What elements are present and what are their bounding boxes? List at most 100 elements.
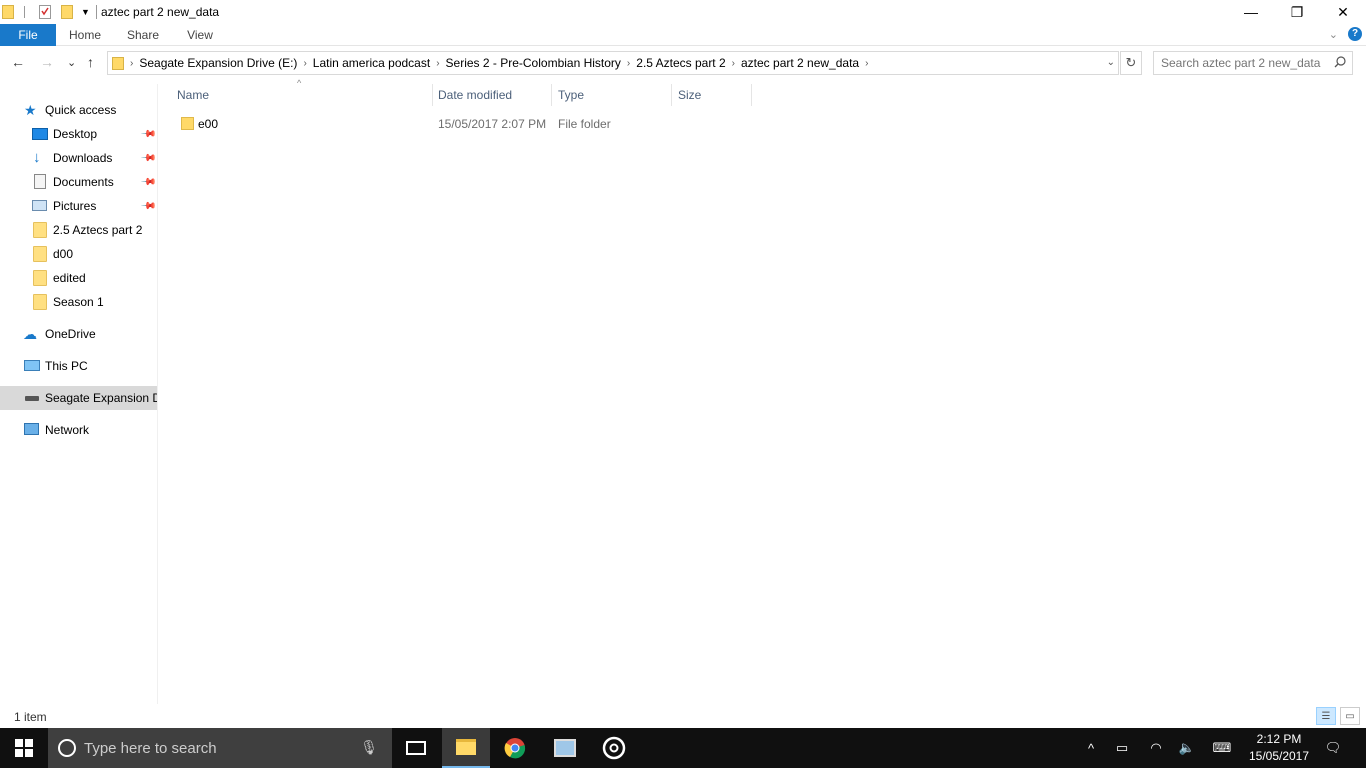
- show-hidden-icons-button[interactable]: ^: [1080, 728, 1102, 768]
- chevron-right-icon[interactable]: ›: [627, 58, 630, 69]
- quick-access-toolbar: ▼: [0, 2, 103, 22]
- pin-icon[interactable]: 📌: [140, 174, 157, 191]
- sidebar-item-network[interactable]: Network: [0, 418, 157, 442]
- separator: [24, 6, 25, 18]
- column-header-type[interactable]: Type: [558, 84, 670, 106]
- file-explorer-icon: [456, 739, 476, 755]
- search-box[interactable]: [1153, 51, 1353, 75]
- breadcrumb-drive[interactable]: Seagate Expansion Drive (E:): [139, 56, 297, 70]
- file-type: File folder: [558, 117, 611, 131]
- taskbar-app-3[interactable]: [541, 728, 589, 768]
- sidebar-item-season-1[interactable]: Season 1: [0, 290, 157, 314]
- sidebar-item-pictures[interactable]: Pictures 📌: [0, 194, 157, 218]
- large-icons-view-button[interactable]: ▭: [1340, 707, 1360, 725]
- column-divider[interactable]: [551, 84, 552, 106]
- sidebar-item-d00[interactable]: d00: [0, 242, 157, 266]
- item-count: 1 item: [14, 710, 47, 724]
- column-divider[interactable]: [671, 84, 672, 106]
- pin-icon[interactable]: 📌: [140, 126, 157, 143]
- folder-icon: [2, 5, 14, 19]
- properties-icon[interactable]: [39, 5, 51, 19]
- sidebar-divider: [157, 84, 158, 704]
- task-view-icon: [406, 741, 426, 755]
- separator: [95, 5, 97, 19]
- new-folder-icon[interactable]: [61, 5, 73, 19]
- volume-icon[interactable]: 🔈: [1175, 728, 1199, 768]
- chevron-right-icon[interactable]: ›: [865, 58, 868, 69]
- battery-icon[interactable]: ▭: [1110, 728, 1134, 768]
- back-button[interactable]: ←: [11, 54, 25, 70]
- column-header-size[interactable]: Size: [678, 84, 750, 106]
- column-divider[interactable]: [432, 84, 433, 106]
- column-header-name[interactable]: Name: [177, 84, 432, 106]
- title-bar: ▼ aztec part 2 new_data — ❐ ✕: [0, 0, 1366, 24]
- task-view-button[interactable]: [392, 728, 440, 768]
- start-button[interactable]: [0, 728, 48, 768]
- breadcrumb-series[interactable]: Series 2 - Pre-Colombian History: [446, 56, 621, 70]
- cortana-icon: [58, 739, 76, 757]
- tab-file[interactable]: File: [0, 24, 56, 46]
- microphone-icon[interactable]: 🎙: [360, 739, 378, 756]
- star-icon: ★: [24, 102, 37, 118]
- navigation-bar: ← → ⌄ ↑ › Seagate Expansion Drive (E:) ›…: [0, 50, 1366, 76]
- expand-ribbon-icon[interactable]: ⌄: [1329, 28, 1338, 41]
- pin-icon[interactable]: 📌: [140, 150, 157, 167]
- column-divider[interactable]: [751, 84, 752, 106]
- sidebar-item-downloads[interactable]: ↓ Downloads 📌: [0, 146, 157, 170]
- taskbar-search[interactable]: Type here to search 🎙: [48, 728, 392, 768]
- cloud-icon: ☁: [23, 326, 37, 342]
- taskbar-app-4[interactable]: [590, 728, 638, 768]
- help-icon[interactable]: ?: [1348, 27, 1362, 41]
- wifi-icon[interactable]: ◠: [1144, 728, 1168, 768]
- recent-locations-button[interactable]: ⌄: [67, 56, 76, 69]
- clock-time: 2:12 PM: [1256, 732, 1302, 746]
- sidebar-item-documents[interactable]: Documents 📌: [0, 170, 157, 194]
- details-view-button[interactable]: ☰: [1316, 707, 1336, 725]
- chevron-right-icon[interactable]: ›: [303, 58, 306, 69]
- refresh-button[interactable]: ↻: [1120, 51, 1142, 75]
- sidebar-item-aztecs[interactable]: 2.5 Aztecs part 2: [0, 218, 157, 242]
- taskbar: Type here to search 🎙 ^ ▭ ◠ 🔈 ⌨ 2:12 PM …: [0, 728, 1366, 768]
- sidebar-item-quick-access[interactable]: ★ Quick access: [0, 98, 157, 122]
- sidebar-item-desktop[interactable]: Desktop 📌: [0, 122, 157, 146]
- forward-button[interactable]: →: [40, 54, 54, 70]
- chevron-right-icon[interactable]: ›: [732, 58, 735, 69]
- chevron-right-icon[interactable]: ›: [130, 58, 133, 69]
- breadcrumb-podcast[interactable]: Latin america podcast: [313, 56, 430, 70]
- action-center-icon[interactable]: 🗨: [1320, 728, 1346, 768]
- folder-icon: [33, 294, 47, 310]
- pictures-icon: [32, 200, 47, 211]
- sidebar-item-this-pc[interactable]: This PC: [0, 354, 157, 378]
- sidebar-item-seagate-drive[interactable]: Seagate Expansion Drive (E:): [0, 386, 157, 410]
- sidebar-item-edited[interactable]: edited: [0, 266, 157, 290]
- tab-share[interactable]: Share: [120, 24, 166, 46]
- restore-button[interactable]: ❐: [1274, 0, 1320, 24]
- pin-icon[interactable]: 📌: [140, 198, 157, 215]
- clock[interactable]: 2:12 PM 15/05/2017: [1246, 731, 1312, 765]
- qat-dropdown-icon[interactable]: ▼: [81, 7, 90, 17]
- tab-home[interactable]: Home: [62, 24, 108, 46]
- taskbar-search-placeholder: Type here to search: [84, 740, 217, 757]
- taskbar-chrome[interactable]: [491, 728, 539, 768]
- up-button[interactable]: ↑: [87, 54, 94, 70]
- close-button[interactable]: ✕: [1320, 0, 1366, 24]
- sidebar-item-onedrive[interactable]: ☁ OneDrive: [0, 322, 157, 346]
- tab-view[interactable]: View: [178, 24, 222, 46]
- downloads-icon: ↓: [33, 149, 41, 166]
- chevron-right-icon[interactable]: ›: [436, 58, 439, 69]
- taskbar-file-explorer[interactable]: [442, 728, 490, 768]
- keyboard-icon[interactable]: ⌨: [1208, 728, 1236, 768]
- folder-icon: [33, 222, 47, 238]
- breadcrumb-current[interactable]: aztec part 2 new_data: [741, 56, 859, 70]
- breadcrumb-aztecs[interactable]: 2.5 Aztecs part 2: [636, 56, 725, 70]
- network-icon: [24, 423, 39, 435]
- column-header-date[interactable]: Date modified: [438, 84, 550, 106]
- file-row[interactable]: e00 15/05/2017 2:07 PM File folder: [172, 113, 752, 135]
- file-date: 15/05/2017 2:07 PM: [438, 117, 547, 131]
- minimize-button[interactable]: —: [1228, 0, 1274, 24]
- address-dropdown-icon[interactable]: ⌄: [1107, 57, 1115, 68]
- search-input[interactable]: [1161, 56, 1331, 70]
- desktop-icon: [32, 128, 48, 140]
- address-bar[interactable]: › Seagate Expansion Drive (E:) › Latin a…: [107, 51, 1119, 75]
- ribbon-tabs: File Home Share View ⌄ ?: [0, 24, 1366, 46]
